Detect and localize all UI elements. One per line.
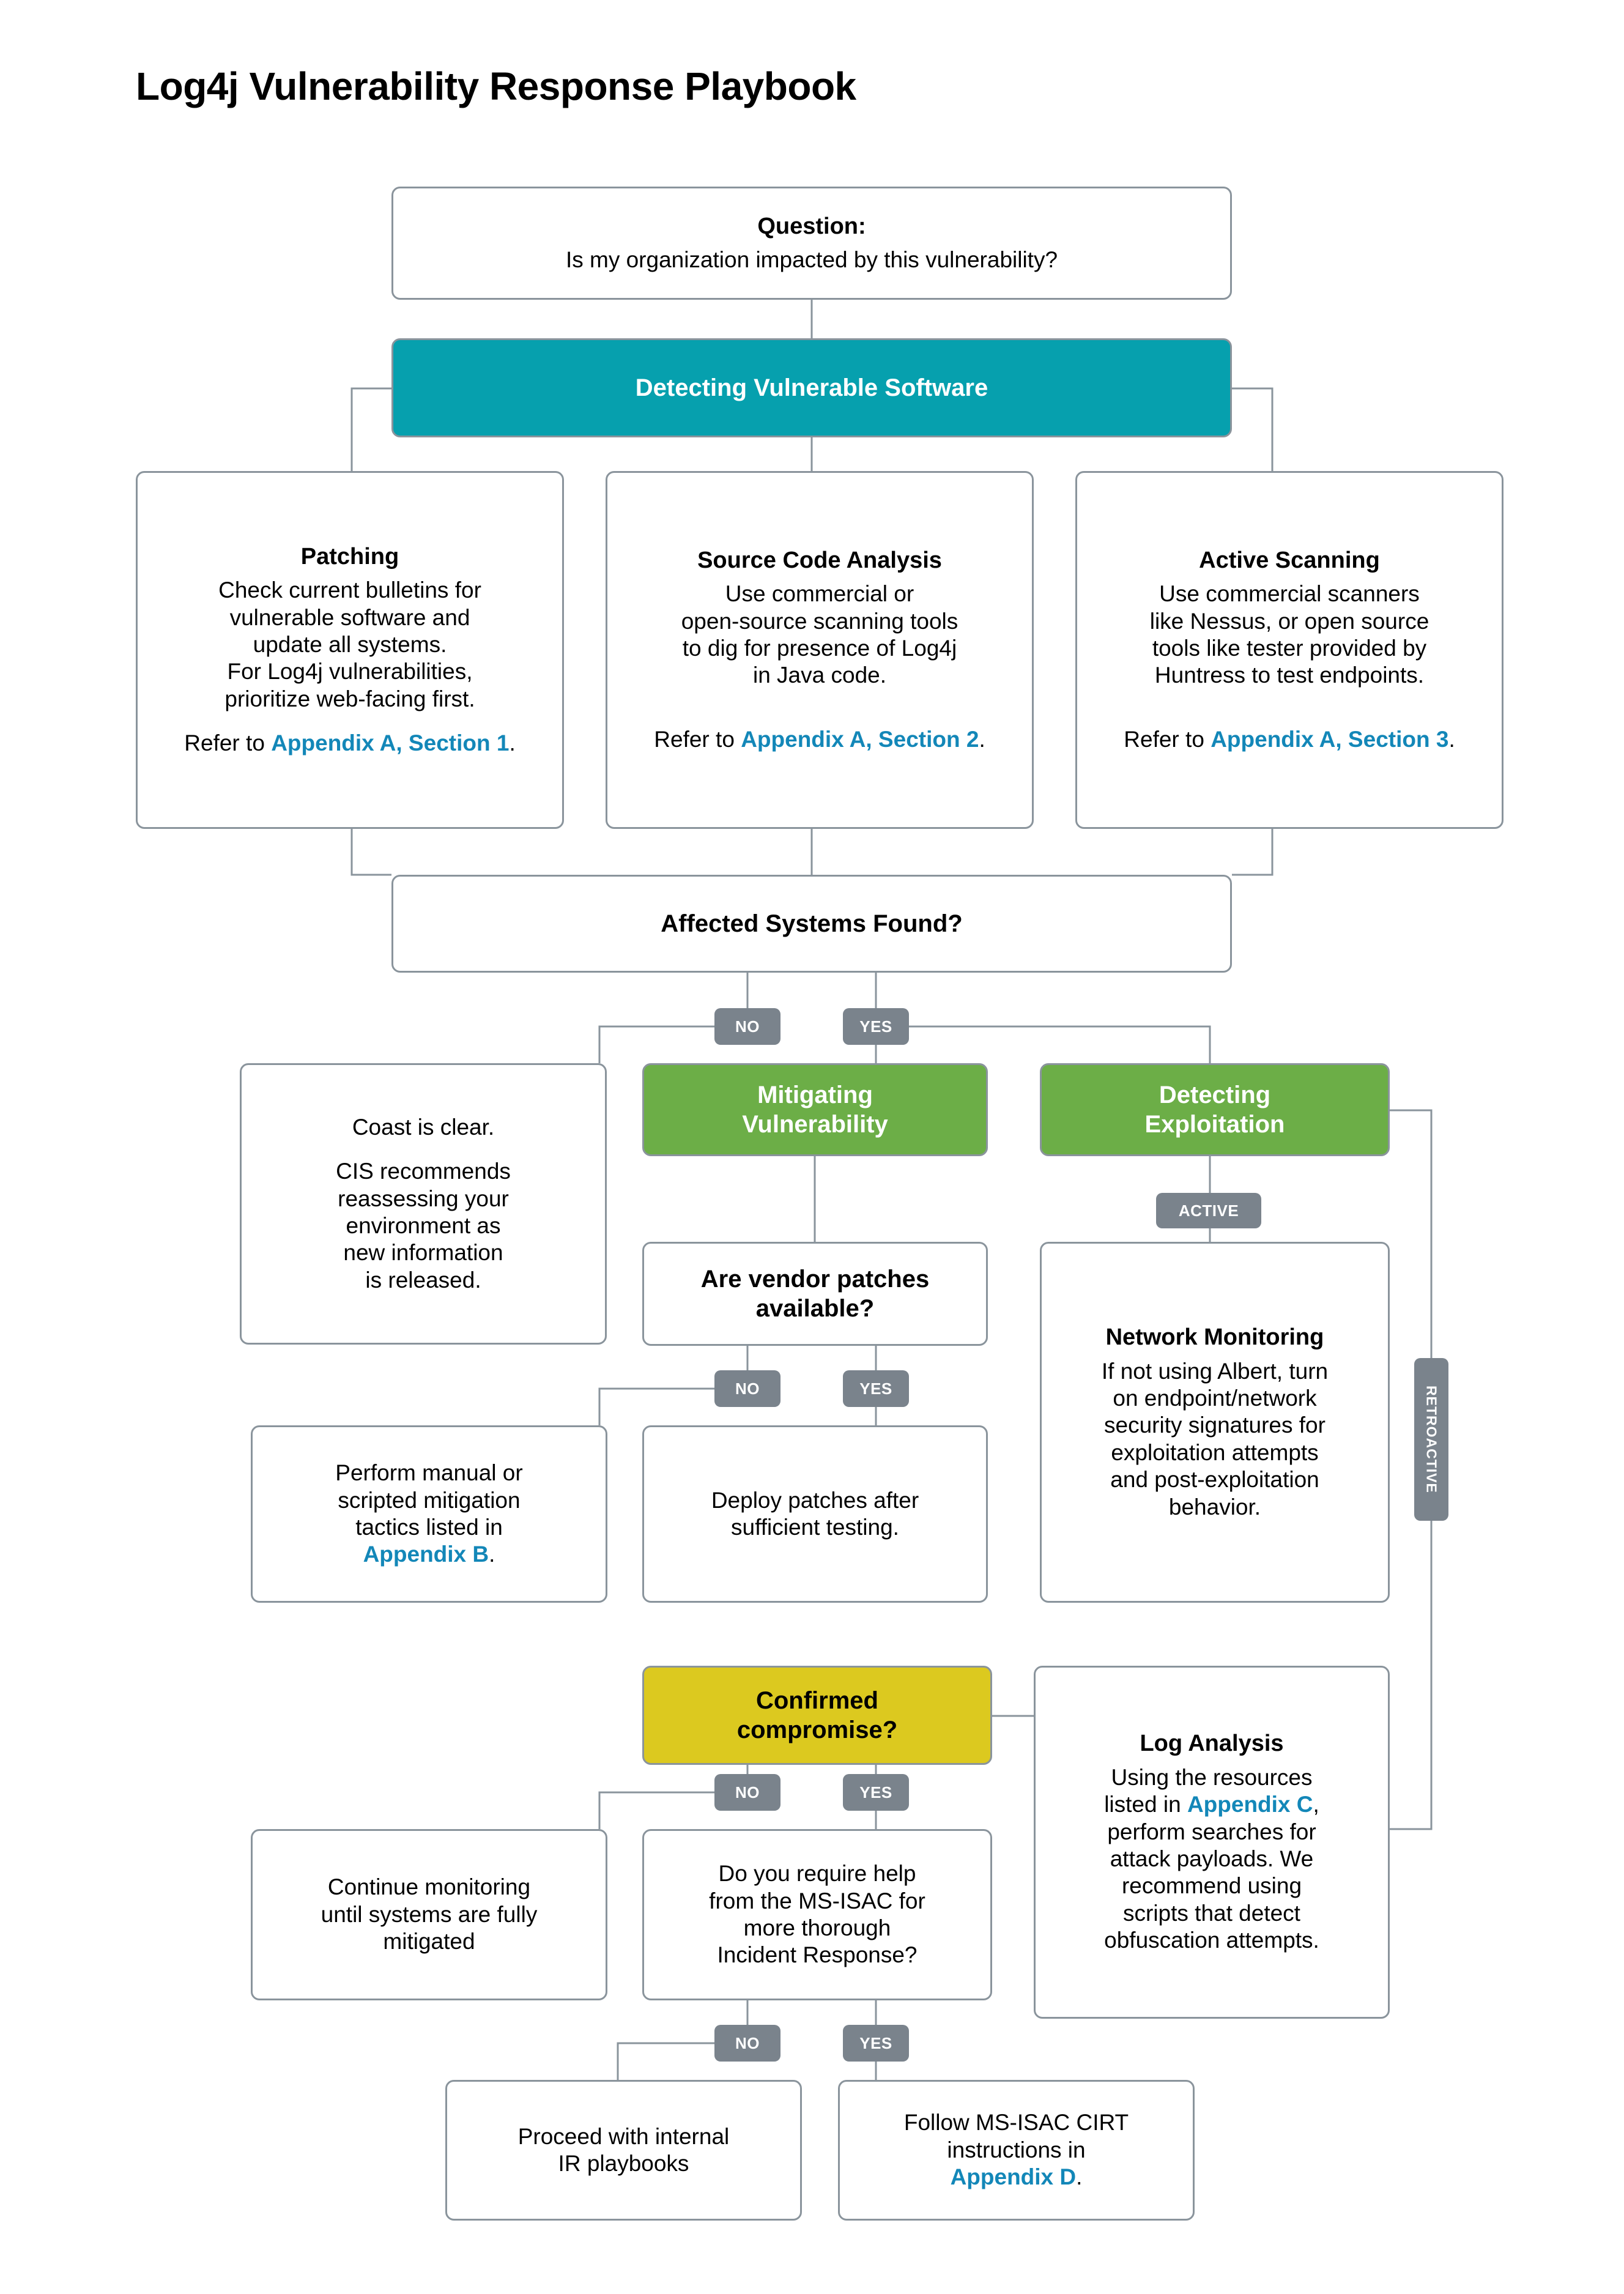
badge-affected-yes: YES <box>843 1008 909 1045</box>
badge-help-yes: YES <box>843 2025 909 2062</box>
patching-heading: Patching <box>300 543 399 570</box>
node-follow-cirt[interactable]: Follow MS-ISAC CIRT instructions in Appe… <box>838 2080 1195 2221</box>
node-detecting-vulnerable-software[interactable]: Detecting Vulnerable Software <box>391 338 1232 437</box>
node-detecting-exploitation[interactable]: Detecting Exploitation <box>1040 1063 1390 1156</box>
active-scanning-heading: Active Scanning <box>1199 547 1380 573</box>
node-mitigating-vulnerability[interactable]: Mitigating Vulnerability <box>642 1063 988 1156</box>
node-continue-monitoring[interactable]: Continue monitoring until systems are fu… <box>251 1829 607 2000</box>
internal-ir-body: Proceed with internal IR playbooks <box>517 2123 730 2176</box>
network-monitoring-body: If not using Albert, turn on endpoint/ne… <box>1101 1358 1329 1520</box>
detecting-exploitation-label: Detecting Exploitation <box>1144 1082 1285 1138</box>
badge-retroactive: RETROACTIVE <box>1414 1358 1448 1521</box>
node-internal-ir-playbooks[interactable]: Proceed with internal IR playbooks <box>445 2080 802 2221</box>
mitigating-vulnerability-label: Mitigating Vulnerability <box>742 1082 888 1138</box>
confirmed-compromise-label: Confirmed compromise? <box>736 1687 898 1743</box>
continue-monitoring-body: Continue monitoring until systems are fu… <box>321 1874 538 1954</box>
coast-is-clear-body: Coast is clear. CIS recommends reassessi… <box>336 1114 511 1293</box>
node-patching[interactable]: Patching Check current bulletins for vul… <box>136 471 564 829</box>
node-confirmed-compromise[interactable]: Confirmed compromise? <box>642 1666 992 1765</box>
node-are-vendor-patches-available[interactable]: Are vendor patches available? <box>642 1242 988 1346</box>
badge-active: ACTIVE <box>1156 1193 1261 1228</box>
patching-body: Check current bulletins for vulnerable s… <box>184 577 516 756</box>
link-appendix-a-section-1[interactable]: Appendix A, Section 1 <box>271 730 509 755</box>
badge-vendor-no: NO <box>714 1370 780 1407</box>
affected-systems-found-label: Affected Systems Found? <box>661 910 963 937</box>
vendor-patches-label: Are vendor patches available? <box>700 1266 930 1322</box>
link-appendix-a-section-2[interactable]: Appendix A, Section 2 <box>741 727 979 752</box>
deploy-patches-body: Deploy patches after sufficient testing. <box>711 1487 919 1540</box>
badge-affected-no: NO <box>714 1008 780 1045</box>
log-analysis-heading: Log Analysis <box>1140 1731 1284 1757</box>
question-body: Is my organization impacted by this vuln… <box>565 247 1058 273</box>
page-title: Log4j Vulnerability Response Playbook <box>136 64 856 108</box>
follow-cirt-body: Follow MS-ISAC CIRT instructions in Appe… <box>903 2110 1129 2190</box>
node-log-analysis[interactable]: Log Analysis Using the resources listed … <box>1034 1666 1390 2019</box>
log-analysis-body: Using the resources listed in Appendix C… <box>1104 1764 1319 1953</box>
node-network-monitoring[interactable]: Network Monitoring If not using Albert, … <box>1040 1242 1390 1603</box>
node-coast-is-clear[interactable]: Coast is clear. CIS recommends reassessi… <box>240 1063 607 1345</box>
node-affected-systems-found[interactable]: Affected Systems Found? <box>391 875 1232 973</box>
source-code-analysis-body: Use commercial or open-source scanning t… <box>654 581 985 752</box>
node-question[interactable]: Question: Is my organization impacted by… <box>391 187 1232 300</box>
source-code-analysis-heading: Source Code Analysis <box>697 547 942 573</box>
node-source-code-analysis[interactable]: Source Code Analysis Use commercial or o… <box>606 471 1034 829</box>
require-help-body: Do you require help from the MS-ISAC for… <box>709 1861 925 1968</box>
network-monitoring-heading: Network Monitoring <box>1105 1324 1324 1351</box>
node-deploy-patches[interactable]: Deploy patches after sufficient testing. <box>642 1425 988 1603</box>
badge-help-no: NO <box>714 2025 780 2062</box>
link-appendix-a-section-3[interactable]: Appendix A, Section 3 <box>1211 727 1448 752</box>
node-manual-mitigation[interactable]: Perform manual or scripted mitigation ta… <box>251 1425 607 1603</box>
link-appendix-c[interactable]: Appendix C <box>1187 1792 1313 1817</box>
link-appendix-b[interactable]: Appendix B <box>363 1542 489 1567</box>
link-appendix-d[interactable]: Appendix D <box>951 2164 1077 2189</box>
manual-mitigation-body: Perform manual or scripted mitigation ta… <box>335 1460 523 1567</box>
detecting-vulnerable-software-label: Detecting Vulnerable Software <box>635 374 988 401</box>
node-require-help[interactable]: Do you require help from the MS-ISAC for… <box>642 1829 992 2000</box>
badge-vendor-yes: YES <box>843 1370 909 1407</box>
playbook-flowchart: Log4j Vulnerability Response Playbook Qu… <box>0 0 1624 2294</box>
badge-compromise-yes: YES <box>843 1774 909 1811</box>
node-active-scanning[interactable]: Active Scanning Use commercial scanners … <box>1075 471 1503 829</box>
badge-compromise-no: NO <box>714 1774 780 1811</box>
active-scanning-body: Use commercial scanners like Nessus, or … <box>1124 581 1455 752</box>
question-heading: Question: <box>757 213 866 239</box>
